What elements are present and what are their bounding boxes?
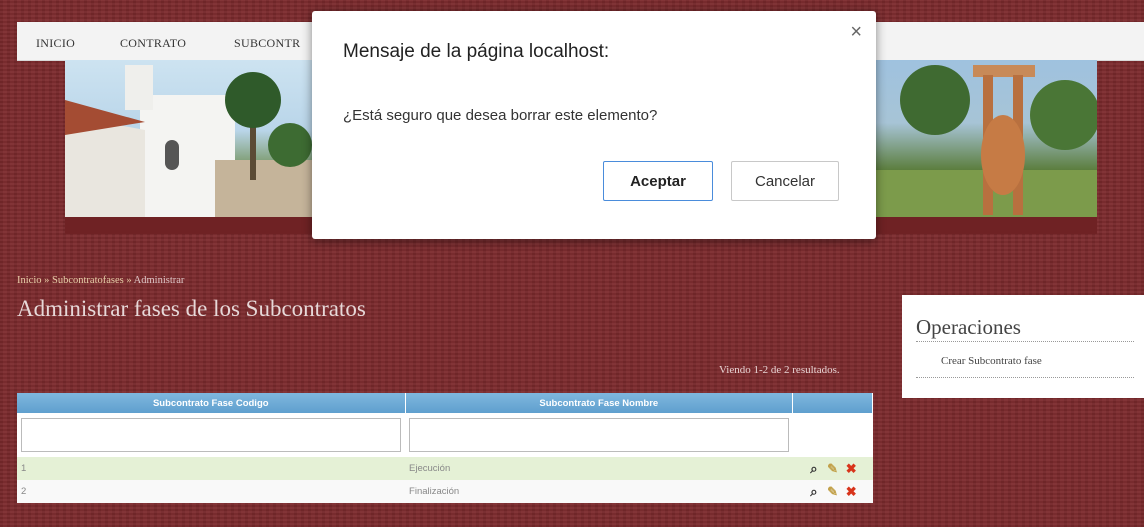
dialog-message: ¿Está seguro que desea borrar este eleme… xyxy=(343,107,658,124)
operations-panel: Operaciones Crear Subcontrato fase xyxy=(902,295,1144,398)
breadcrumb-separator: » xyxy=(44,275,50,286)
cancel-button[interactable]: Cancelar xyxy=(731,161,839,201)
create-subcontract-phase-link[interactable]: Crear Subcontrato fase xyxy=(941,355,1042,367)
nav-item-subcontrato[interactable]: SUBCONTR xyxy=(234,36,300,51)
close-icon[interactable]: × xyxy=(850,21,862,44)
row-actions: ⌕ ✎ ✖ xyxy=(792,457,873,480)
cell-nombre: Ejecución xyxy=(405,457,793,480)
subcontract-phase-grid: Subcontrato Fase Codigo Subcontrato Fase… xyxy=(17,393,873,503)
filter-nombre-input[interactable] xyxy=(409,418,789,452)
cell-nombre: Finalización xyxy=(405,480,793,503)
nav-item-contrato[interactable]: CONTRATO xyxy=(120,36,186,51)
page-title: Administrar fases de los Subcontratos xyxy=(17,296,366,321)
cell-codigo: 2 xyxy=(17,480,406,503)
operations-title: Operaciones xyxy=(916,315,1021,339)
breadcrumb-section-link[interactable]: Subcontratofases xyxy=(52,275,124,286)
confirm-dialog: Mensaje de la página localhost: × ¿Está … xyxy=(312,11,876,239)
results-summary: Viendo 1-2 de 2 resultados. xyxy=(719,364,840,376)
filter-row xyxy=(17,413,873,457)
magnifier-icon[interactable]: ⌕ xyxy=(807,461,821,477)
row-actions: ⌕ ✎ ✖ xyxy=(792,480,873,503)
magnifier-icon[interactable]: ⌕ xyxy=(807,484,821,500)
dialog-title: Mensaje de la página localhost: xyxy=(343,41,610,62)
accept-button[interactable]: Aceptar xyxy=(603,161,713,201)
breadcrumb-separator: » xyxy=(126,275,132,286)
table-row: 1 Ejecución ⌕ ✎ ✖ xyxy=(17,457,873,480)
cross-icon[interactable]: ✖ xyxy=(844,484,858,500)
table-row: 2 Finalización ⌕ ✎ ✖ xyxy=(17,480,873,503)
cross-icon[interactable]: ✖ xyxy=(844,461,858,477)
divider xyxy=(916,377,1134,378)
banner-church-photo xyxy=(65,60,315,217)
column-header-actions xyxy=(792,393,873,413)
column-header-nombre[interactable]: Subcontrato Fase Nombre xyxy=(405,393,794,413)
pencil-icon[interactable]: ✎ xyxy=(826,484,840,500)
breadcrumb-home-link[interactable]: Inicio xyxy=(17,275,42,286)
banner-park-photo xyxy=(875,60,1097,217)
breadcrumb: Inicio » Subcontratofases » Administrar xyxy=(17,275,184,286)
filter-codigo-input[interactable] xyxy=(21,418,402,452)
divider xyxy=(916,341,1134,342)
column-header-codigo[interactable]: Subcontrato Fase Codigo xyxy=(17,393,406,413)
pencil-icon[interactable]: ✎ xyxy=(826,461,840,477)
nav-item-inicio[interactable]: INICIO xyxy=(36,36,75,51)
cell-codigo: 1 xyxy=(17,457,406,480)
breadcrumb-current: Administrar xyxy=(133,275,185,286)
